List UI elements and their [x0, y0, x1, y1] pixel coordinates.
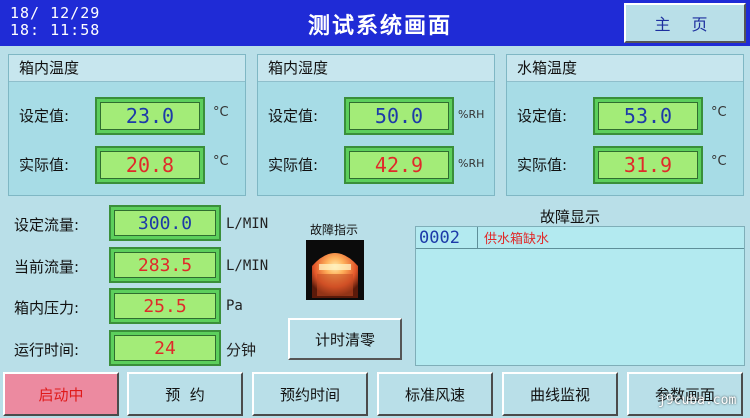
actual-value-label: 实际值: — [517, 156, 568, 174]
set-value-label: 设定值: — [268, 107, 319, 125]
set-flow-field[interactable]: 300.0 — [109, 205, 221, 241]
current-flow-display: 283.5 — [109, 247, 221, 283]
actual-value-label: 实际值: — [19, 156, 70, 174]
pressure-label: 箱内压力: — [14, 299, 80, 317]
reservation-time-button[interactable]: 预约时间 — [252, 372, 368, 416]
set-value-text: 50.0 — [349, 102, 449, 130]
watermark: j9cuba.com — [658, 393, 737, 408]
current-flow-value: 283.5 — [114, 252, 216, 278]
reservation-button[interactable]: 预 约 — [127, 372, 243, 416]
home-button[interactable]: 主 页 — [624, 3, 746, 43]
set-value-field[interactable]: 23.0 — [95, 97, 205, 135]
unit-label: °C — [711, 154, 727, 169]
panel-title: 水箱温度 — [507, 55, 743, 82]
actual-value-display: 31.9 — [593, 146, 703, 184]
set-value-field[interactable]: 53.0 — [593, 97, 703, 135]
set-value-text: 53.0 — [598, 102, 698, 130]
unit-label: °C — [213, 105, 229, 120]
runtime-value: 24 — [114, 335, 216, 361]
standard-wind-speed-button[interactable]: 标准风速 — [377, 372, 493, 416]
runtime-unit: 分钟 — [226, 341, 257, 359]
unit-label: %RH — [458, 157, 485, 170]
runtime-label: 运行时间: — [14, 341, 80, 359]
actual-value-text: 42.9 — [349, 151, 449, 179]
unit-label: °C — [711, 105, 727, 120]
set-flow-label: 设定流量: — [14, 216, 80, 234]
fault-indicator-lamp-icon — [306, 240, 364, 300]
actual-value-text: 31.9 — [598, 151, 698, 179]
set-value-label: 设定值: — [19, 107, 70, 125]
panel-title: 箱内温度 — [9, 55, 245, 82]
current-flow-unit: L/MIN — [226, 258, 269, 274]
pressure-display: 25.5 — [109, 288, 221, 324]
panel-chamber-humidity: 箱内湿度 设定值: 50.0 %RH 实际值: 42.9 %RH — [257, 54, 495, 196]
unit-label: %RH — [458, 108, 485, 121]
pressure-value: 25.5 — [114, 293, 216, 319]
actual-value-display: 42.9 — [344, 146, 454, 184]
page-title: 测试系统画面 — [307, 14, 452, 39]
panel-title: 箱内湿度 — [258, 55, 494, 82]
running-status-button[interactable]: 启动中 — [3, 372, 119, 416]
set-value-field[interactable]: 50.0 — [344, 97, 454, 135]
actual-value-display: 20.8 — [95, 146, 205, 184]
runtime-display: 24 — [109, 330, 221, 366]
pressure-unit: Pa — [226, 298, 243, 314]
set-value-label: 设定值: — [517, 107, 568, 125]
fault-display-title: 故障显示 — [540, 208, 601, 226]
panel-chamber-temperature: 箱内温度 设定值: 23.0 °C 实际值: 20.8 °C — [8, 54, 246, 196]
fault-code: 0002 — [416, 227, 478, 248]
fault-message: 供水箱缺水 — [484, 232, 550, 247]
fault-list[interactable]: 0002 供水箱缺水 — [415, 226, 745, 366]
curve-monitor-button[interactable]: 曲线监视 — [502, 372, 618, 416]
actual-value-text: 20.8 — [100, 151, 200, 179]
timer-reset-button[interactable]: 计时清零 — [288, 318, 402, 360]
set-value-text: 23.0 — [100, 102, 200, 130]
list-item: 0002 供水箱缺水 — [416, 227, 744, 249]
datetime-display: 18/ 12/29 18: 11:58 — [10, 4, 101, 39]
set-flow-value: 300.0 — [114, 210, 216, 236]
title-bar: 18/ 12/29 18: 11:58 测试系统画面 主 页 — [0, 0, 750, 46]
unit-label: °C — [213, 154, 229, 169]
set-flow-unit: L/MIN — [226, 216, 269, 232]
panel-water-tank-temperature: 水箱温度 设定值: 53.0 °C 实际值: 31.9 °C — [506, 54, 744, 196]
fault-indicator-label: 故障指示 — [310, 223, 359, 237]
actual-value-label: 实际值: — [268, 156, 319, 174]
current-flow-label: 当前流量: — [14, 258, 80, 276]
